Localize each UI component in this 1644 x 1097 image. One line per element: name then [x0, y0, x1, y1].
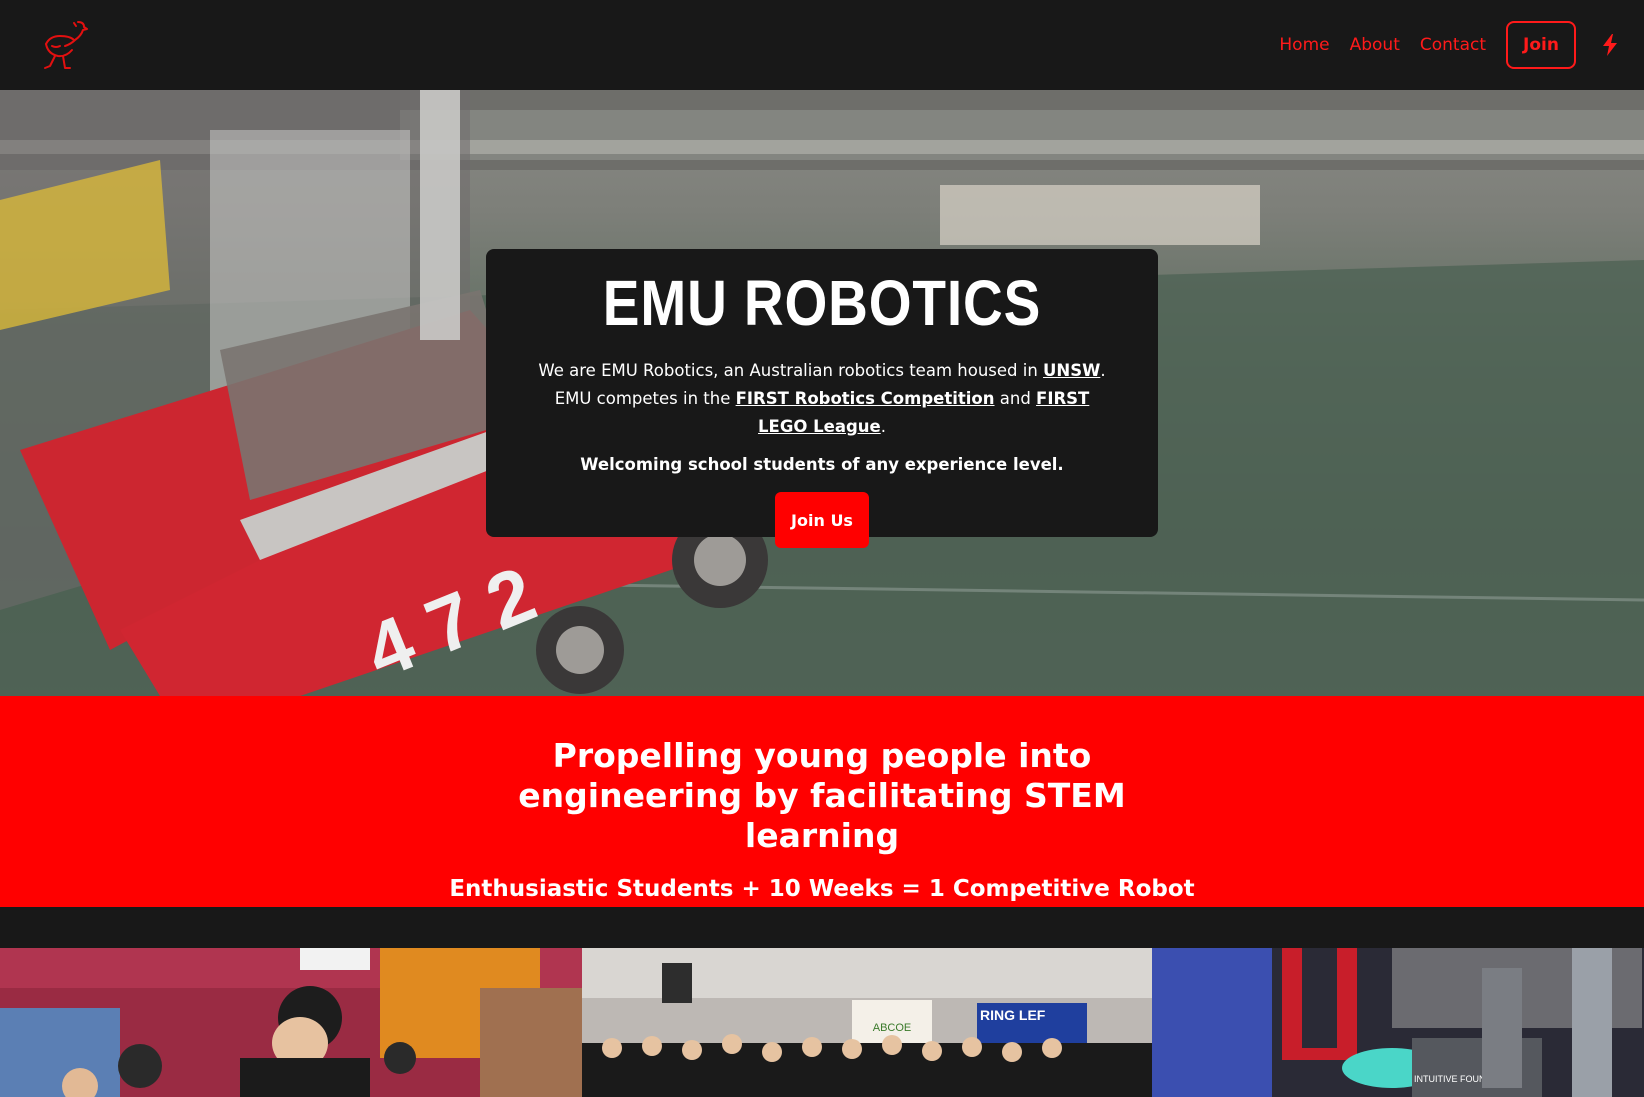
nav-contact-link[interactable]: Contact: [1420, 35, 1486, 55]
hero-text-part: .: [880, 417, 886, 436]
mission-subtitle: Enthusiastic Students + 10 Weeks = 1 Com…: [449, 876, 1195, 902]
photo-gallery: ABCOE RING LEF INTUITIVE FOUNDATION: [0, 948, 1644, 1097]
hero-title: EMU ROBOTICS: [602, 267, 1042, 339]
hero-card: EMU ROBOTICS We are EMU Robotics, an Aus…: [486, 249, 1158, 548]
gallery-photo-team: ABCOE RING LEF: [582, 948, 1152, 1097]
site-header: Home About Contact Join: [0, 0, 1644, 90]
hero-text-part: and: [994, 389, 1037, 408]
lightning-bolt-icon[interactable]: [1598, 33, 1622, 57]
hero-description: We are EMU Robotics, an Australian robot…: [532, 357, 1112, 441]
frc-link[interactable]: FIRST Robotics Competition: [736, 389, 995, 408]
hero-welcome-text: Welcoming school students of any experie…: [580, 455, 1064, 474]
nav-join-button[interactable]: Join: [1506, 21, 1576, 69]
mission-title: Propelling young people into engineering…: [518, 736, 1126, 855]
join-us-button[interactable]: Join Us: [775, 492, 869, 548]
sponsor-sign-text: ABCOE: [873, 1022, 912, 1034]
nav-home-link[interactable]: Home: [1279, 35, 1329, 55]
nav-about-link[interactable]: About: [1350, 35, 1400, 55]
sponsor-sign-text: RING LEF: [980, 1007, 1046, 1023]
unsw-link[interactable]: UNSW: [1043, 361, 1100, 380]
hero-text-part: We are EMU Robotics, an Australian robot…: [538, 361, 1044, 380]
gallery-photo-robot: INTUITIVE FOUNDATION: [1152, 948, 1644, 1097]
hero-section: 4 7 2 EMU ROBOTICS We are EMU Robotics, …: [0, 90, 1644, 696]
emu-logo-icon[interactable]: [38, 18, 92, 72]
main-nav: Home About Contact Join: [1279, 0, 1644, 90]
gallery-photo-students: [0, 948, 582, 1097]
mission-band: Propelling young people into engineering…: [0, 696, 1644, 907]
